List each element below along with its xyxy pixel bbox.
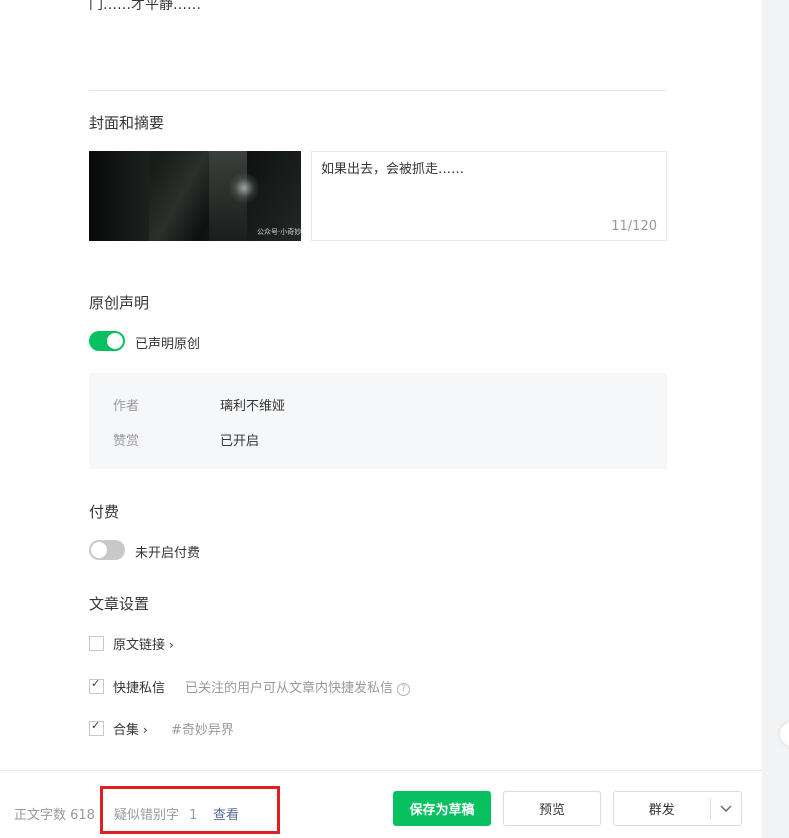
reward-value: 已开启 — [220, 434, 260, 449]
author-key: 作者 — [113, 399, 140, 414]
save-draft-button[interactable]: 保存为草稿 — [393, 791, 491, 826]
article-body-fragment: 门……才平静…… — [89, 0, 201, 13]
quick-message-desc-text: 已关注的用户可从文章内快捷发私信 — [185, 681, 394, 696]
collection-checkbox[interactable]: ✓ — [89, 719, 104, 736]
help-icon[interactable]: ? — [397, 683, 411, 696]
original-toggle-label: 已声明原创 — [135, 337, 201, 352]
original-info-box: 作者 璃利不维娅 赞赏 已开启 — [89, 373, 667, 469]
summary-text: 如果出去，会被抓走…… — [321, 162, 465, 177]
footer-divider — [0, 770, 762, 771]
toggle-knob — [91, 542, 107, 558]
toggle-knob — [107, 333, 123, 349]
preview-button[interactable]: 预览 — [503, 791, 601, 826]
quick-message-label: 快捷私信 — [113, 681, 166, 696]
check-icon: ✓ — [91, 719, 101, 732]
reward-key: 赞赏 — [113, 434, 140, 449]
quick-message-desc: 已关注的用户可从文章内快捷发私信? — [185, 677, 411, 696]
cover-image[interactable]: 公众号·小奇妙 — [89, 151, 301, 241]
original-section-title: 原创声明 — [89, 294, 150, 312]
collection-label: 合集 — [113, 723, 140, 738]
cover-section-title: 封面和摘要 — [89, 114, 165, 132]
mass-send-button-group: 群发 — [613, 791, 742, 826]
chevron-right-icon: › — [169, 638, 174, 652]
cover-watermark: 公众号·小奇妙 — [257, 228, 301, 236]
cover-image-shadow — [89, 151, 149, 241]
collection-option[interactable]: 合集 › — [113, 719, 148, 738]
pay-toggle[interactable] — [89, 540, 125, 560]
right-gutter — [762, 0, 789, 838]
settings-section-title: 文章设置 — [89, 595, 150, 613]
pay-toggle-label: 未开启付费 — [135, 546, 201, 561]
chevron-right-icon: › — [143, 723, 148, 737]
chevron-down-icon[interactable] — [710, 805, 741, 813]
summary-textarea[interactable]: 如果出去，会被抓走…… 11/120 — [311, 151, 667, 241]
source-link-label: 原文链接 — [113, 638, 166, 653]
source-link-checkbox[interactable] — [89, 636, 104, 651]
collection-tag: #奇妙异界 — [171, 723, 234, 738]
original-toggle[interactable] — [89, 331, 125, 351]
mass-send-button[interactable]: 群发 — [614, 799, 710, 818]
word-count: 正文字数 618 — [14, 808, 95, 823]
source-link-option[interactable]: 原文链接 › — [113, 634, 174, 653]
cover-image-light — [229, 173, 259, 203]
pay-section-title: 付费 — [89, 503, 120, 521]
summary-char-count: 11/120 — [611, 219, 657, 234]
quick-message-checkbox[interactable]: ✓ — [89, 677, 104, 694]
author-value: 璃利不维娅 — [220, 399, 286, 414]
section-divider — [89, 90, 667, 91]
annotation-highlight-box — [100, 786, 280, 834]
check-icon: ✓ — [91, 677, 101, 690]
